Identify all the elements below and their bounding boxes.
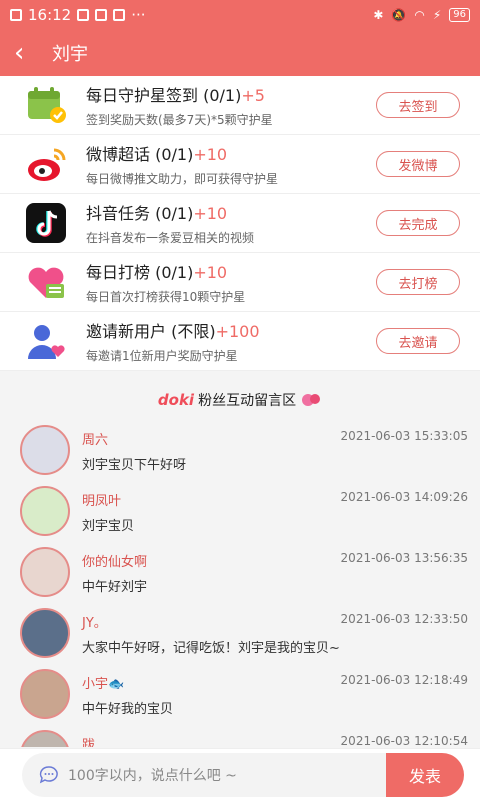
comment-time: 2021-06-03 12:10:54	[340, 734, 468, 747]
task-item-douyin: 抖音任务 (0/1)+10 在抖音发布一条爱豆相关的视频 去完成	[0, 194, 480, 253]
bubbles-icon	[302, 394, 321, 406]
task-reward: +100	[215, 322, 260, 341]
comment-author[interactable]: 周六	[82, 429, 108, 448]
task-description: 每日首次打榜获得10颗守护星	[86, 290, 246, 304]
task-item-weibo: 微博超话 (0/1)+10 每日微博推文助力，即可获得守护星 发微博	[0, 135, 480, 194]
complete-button[interactable]: 去完成	[376, 210, 460, 236]
back-icon[interactable]: ‹	[14, 40, 40, 66]
comment-list: 周六 2021-06-03 15:33:05 刘宇宝贝下午好呀 明凤叶 2021-0…	[0, 417, 480, 747]
more-dots: ···	[131, 6, 146, 24]
status-bar: 16:12 ··· ✱ 🔕 ◠ ⚡ 96	[0, 0, 480, 30]
comment-input[interactable]: 100字以内，说点什么吧 ~	[22, 752, 386, 797]
comment-time: 2021-06-03 15:33:05	[340, 429, 468, 443]
task-list: 每日守护星签到 (0/1)+5 签到奖励天数(最多7天)*5颗守护星 去签到 微…	[0, 76, 480, 371]
task-reward: +10	[193, 145, 228, 164]
comment-item: 跋 2021-06-03 12:10:54	[0, 722, 480, 747]
nav-bar: ‹ 刘宇	[0, 30, 480, 76]
checkin-button[interactable]: 去签到	[376, 92, 460, 118]
doki-logo: doki	[157, 391, 195, 409]
input-placeholder: 100字以内，说点什么吧 ~	[68, 767, 237, 784]
invite-button[interactable]: 去邀请	[376, 328, 460, 354]
heart-chart-icon	[22, 258, 70, 306]
calendar-check-icon	[22, 81, 70, 129]
phone-icon	[113, 9, 126, 21]
comment-time: 2021-06-03 12:18:49	[340, 673, 468, 687]
task-title: 微博超话 (0/1)	[86, 145, 194, 164]
comments-title: 粉丝互动留言区	[198, 393, 297, 409]
comment-time: 2021-06-03 12:33:50	[340, 612, 468, 626]
send-button[interactable]: 发表	[386, 752, 464, 797]
comments-header: doki 粉丝互动留言区	[0, 383, 480, 417]
comment-author[interactable]: 你的仙女啊	[82, 551, 147, 570]
avatar[interactable]	[20, 425, 70, 475]
task-title: 每日打榜 (0/1)	[86, 263, 194, 282]
wifi-icon: ◠	[414, 8, 425, 22]
task-reward: +10	[193, 204, 228, 223]
task-description: 每日微博推文助力，即可获得守护星	[86, 172, 279, 186]
task-title: 邀请新用户 (不限)	[86, 322, 216, 341]
avatar[interactable]	[20, 669, 70, 719]
comment-item: 小宇🐟 2021-06-03 12:18:49 中午好我的宝贝	[0, 661, 480, 722]
comment-item: JY。 2021-06-03 12:33:50 大家中午好呀，记得吃饭！刘宇是我的…	[0, 600, 480, 661]
status-time: 16:12	[28, 6, 72, 24]
task-description: 签到奖励天数(最多7天)*5颗守护星	[86, 113, 273, 127]
douyin-icon	[22, 199, 70, 247]
post-weibo-button[interactable]: 发微博	[376, 151, 460, 177]
task-description: 在抖音发布一条爱豆相关的视频	[86, 231, 255, 245]
task-title: 抖音任务 (0/1)	[86, 204, 194, 223]
task-reward: +10	[193, 263, 228, 282]
comment-author[interactable]: 跋	[82, 734, 95, 747]
avatar[interactable]	[20, 730, 70, 747]
task-description: 每邀请1位新用户奖励守护星	[86, 349, 238, 363]
app-icon	[95, 9, 108, 21]
comment-time: 2021-06-03 14:09:26	[340, 490, 468, 504]
ranking-button[interactable]: 去打榜	[376, 269, 460, 295]
comment-time: 2021-06-03 13:56:35	[340, 551, 468, 565]
comment-text: 大家中午好呀，记得吃饭！刘宇是我的宝贝~	[82, 641, 340, 656]
mute-icon: 🔕	[391, 8, 407, 22]
charging-icon: ⚡	[432, 8, 442, 22]
comment-item: 你的仙女啊 2021-06-03 13:56:35 中午好刘宇	[0, 539, 480, 600]
comment-text: 刘宇宝贝下午好呀	[82, 458, 187, 473]
page-title: 刘宇	[52, 44, 88, 65]
notification-icon	[10, 9, 22, 21]
task-item-checkin: 每日守护星签到 (0/1)+5 签到奖励天数(最多7天)*5颗守护星 去签到	[0, 76, 480, 135]
bluetooth-icon: ✱	[373, 8, 384, 22]
comment-author[interactable]: 小宇🐟	[82, 673, 124, 692]
task-item-ranking: 每日打榜 (0/1)+10 每日首次打榜获得10颗守护星 去打榜	[0, 253, 480, 312]
comment-text: 中午好刘宇	[82, 580, 148, 595]
task-reward: +5	[241, 86, 265, 105]
comment-author[interactable]: JY。	[82, 612, 107, 631]
invite-user-icon	[22, 317, 70, 365]
comment-author[interactable]: 明凤叶	[82, 490, 121, 509]
chat-bubble-icon	[39, 765, 58, 783]
avatar[interactable]	[20, 547, 70, 597]
battery-icon: 96	[449, 8, 470, 22]
mail-icon	[77, 9, 90, 21]
task-item-invite: 邀请新用户 (不限)+100 每邀请1位新用户奖励守护星 去邀请	[0, 312, 480, 371]
comment-input-bar: 100字以内，说点什么吧 ~ 发表	[0, 748, 480, 800]
avatar[interactable]	[20, 608, 70, 658]
comment-item: 周六 2021-06-03 15:33:05 刘宇宝贝下午好呀	[0, 417, 480, 478]
comment-text: 中午好我的宝贝	[82, 702, 174, 717]
comment-item: 明凤叶 2021-06-03 14:09:26 刘宇宝贝	[0, 478, 480, 539]
task-title: 每日守护星签到 (0/1)	[86, 86, 242, 105]
weibo-icon	[22, 140, 70, 188]
comment-text: 刘宇宝贝	[82, 519, 135, 534]
avatar[interactable]	[20, 486, 70, 536]
